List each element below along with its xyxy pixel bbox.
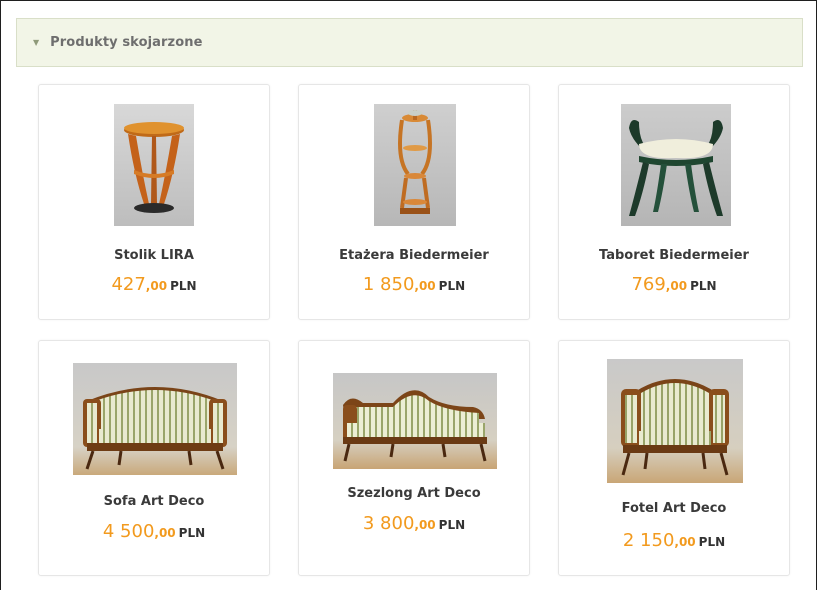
product-card[interactable]: Sofa Art Deco 4 500,00 PLN	[38, 340, 270, 576]
product-card[interactable]: Stolik LIRA 427,00 PLN	[38, 84, 270, 320]
product-image[interactable]	[333, 373, 497, 469]
product-price: 769,00 PLN	[631, 274, 717, 295]
chevron-down-icon: ▼	[33, 38, 40, 47]
product-price: 1 850,00 PLN	[362, 274, 466, 295]
product-image[interactable]	[73, 363, 237, 475]
product-name[interactable]: Taboret Biedermeier	[559, 248, 789, 263]
product-card[interactable]: Szezlong Art Deco 3 800,00 PLN	[298, 340, 530, 576]
product-name[interactable]: Stolik LIRA	[39, 248, 269, 263]
product-name[interactable]: Sofa Art Deco	[39, 494, 269, 509]
product-price: 2 150,00 PLN	[622, 530, 726, 551]
product-image[interactable]	[621, 104, 731, 226]
section-title: Produkty skojarzone	[50, 35, 203, 50]
product-card[interactable]: Fotel Art Deco 2 150,00 PLN	[558, 340, 790, 576]
product-price: 4 500,00 PLN	[102, 521, 206, 542]
product-name[interactable]: Etażera Biedermeier	[299, 248, 529, 263]
product-image[interactable]	[114, 104, 194, 226]
product-image[interactable]	[607, 359, 743, 483]
product-name[interactable]: Fotel Art Deco	[559, 501, 789, 516]
product-card[interactable]: Taboret Biedermeier 769,00 PLN	[558, 84, 790, 320]
product-price: 3 800,00 PLN	[362, 513, 466, 534]
product-price: 427,00 PLN	[111, 274, 197, 295]
section-header[interactable]: ▼ Produkty skojarzone	[16, 18, 803, 67]
related-products-panel: ▼ Produkty skojarzone Stolik LIRA 427,00…	[0, 0, 817, 590]
product-card[interactable]: Etażera Biedermeier 1 850,00 PLN	[298, 84, 530, 320]
product-name[interactable]: Szezlong Art Deco	[299, 486, 529, 501]
product-image[interactable]	[374, 104, 456, 226]
